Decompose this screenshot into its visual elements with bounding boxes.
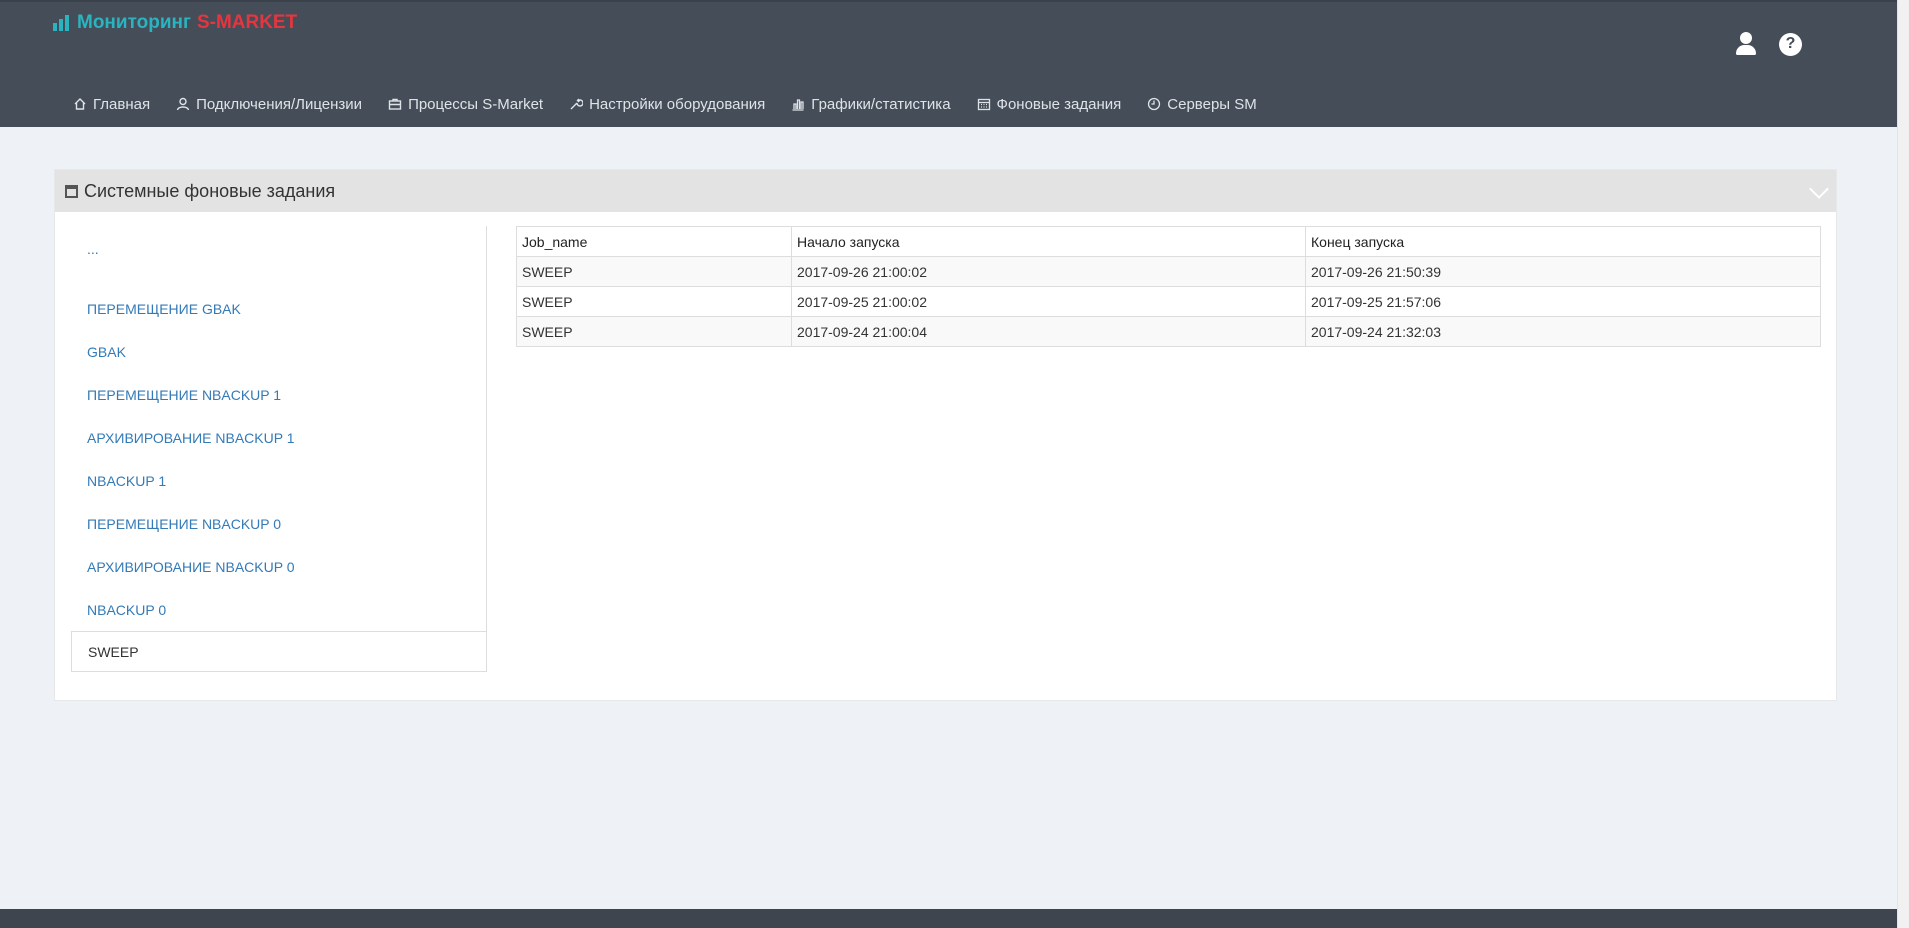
nav-item-label: Фоновые задания (996, 95, 1122, 113)
cell-start: 2017-09-24 21:00:04 (791, 316, 1306, 347)
nav-item-label: Настройки оборудования (589, 95, 766, 113)
calendar-icon (977, 97, 991, 111)
brand-subtitle: S-MARKET (196, 12, 298, 33)
nav-item-servers[interactable]: Серверы SM (1134, 92, 1269, 116)
main-nav: Главная Подключения/Лицензии Процессы S-… (60, 92, 1270, 116)
job-list-item[interactable]: ПЕРЕМЕЩЕНИЕ GBAK (71, 287, 486, 330)
job-list-item[interactable]: ПЕРЕМЕЩЕНИЕ NBACKUP 1 (71, 373, 486, 416)
job-list: ... ПЕРЕМЕЩЕНИЕ GBAK GBAK ПЕРЕМЕЩЕНИЕ NB… (71, 226, 487, 672)
user-icon (176, 97, 190, 111)
cell-start: 2017-09-26 21:00:02 (791, 256, 1306, 287)
cell-end: 2017-09-25 21:57:06 (1305, 286, 1821, 317)
job-list-item[interactable]: ... (71, 226, 486, 272)
cell-job-name: SWEEP (516, 256, 792, 287)
job-list-item[interactable]: NBACKUP 0 (71, 588, 486, 631)
table-row: SWEEP 2017-09-25 21:00:02 2017-09-25 21:… (516, 286, 1821, 317)
nav-item-label: Главная (93, 95, 151, 113)
cell-job-name: SWEEP (516, 286, 792, 317)
cell-start: 2017-09-25 21:00:02 (791, 286, 1306, 317)
page-scrollbar[interactable] (1897, 0, 1909, 928)
bar-chart-icon (791, 97, 805, 111)
nav-item-equipment-settings[interactable]: Настройки оборудования (556, 92, 778, 116)
job-list-item[interactable]: АРХИВИРОВАНИЕ NBACKUP 1 (71, 416, 486, 459)
column-header-start: Начало запуска (791, 226, 1306, 257)
nav-item-processes[interactable]: Процессы S-Market (375, 92, 556, 116)
table-row: SWEEP 2017-09-26 21:00:02 2017-09-26 21:… (516, 256, 1821, 287)
chevron-down-icon[interactable] (1809, 179, 1829, 199)
footer-bar (0, 909, 1897, 928)
cell-end: 2017-09-24 21:32:03 (1305, 316, 1821, 347)
nav-item-charts[interactable]: Графики/статистика (778, 92, 963, 116)
nav-item-background-jobs[interactable]: Фоновые задания (964, 92, 1135, 116)
nav-item-label: Подключения/Лицензии (196, 95, 363, 113)
column-header-job-name: Job_name (516, 226, 792, 257)
nav-item-label: Графики/статистика (811, 95, 951, 113)
panel-title: Системные фоновые задания (84, 180, 336, 201)
user-icon[interactable] (1735, 32, 1757, 56)
job-list-item-active[interactable]: SWEEP (71, 631, 486, 672)
briefcase-icon (388, 97, 402, 111)
calendar-icon (65, 184, 78, 198)
job-list-item[interactable]: GBAK (71, 330, 486, 373)
bar-chart-icon (53, 15, 71, 31)
header-actions: ? (1735, 32, 1802, 56)
cell-end: 2017-09-26 21:50:39 (1305, 256, 1821, 287)
table-row: SWEEP 2017-09-24 21:00:04 2017-09-24 21:… (516, 316, 1821, 347)
nav-item-label: Серверы SM (1167, 95, 1257, 113)
nav-item-connections[interactable]: Подключения/Лицензии (163, 92, 375, 116)
job-list-item[interactable]: ПЕРЕМЕЩЕНИЕ NBACKUP 0 (71, 502, 486, 545)
clock-icon (1147, 97, 1161, 111)
home-icon (73, 97, 87, 111)
top-bar: Мониторинг S-MARKET ? Главная Подключени… (0, 0, 1897, 127)
app-logo[interactable]: Мониторинг S-MARKET (53, 12, 297, 34)
panel-header: Системные фоновые задания (55, 170, 1836, 212)
help-icon[interactable]: ? (1779, 32, 1802, 56)
table-header-row: Job_name Начало запуска Конец запуска (516, 226, 1821, 257)
job-list-item[interactable]: NBACKUP 1 (71, 459, 486, 502)
job-list-item[interactable]: АРХИВИРОВАНИЕ NBACKUP 0 (71, 545, 486, 588)
brand-title: Мониторинг (77, 12, 191, 33)
background-jobs-panel: Системные фоновые задания ... ПЕРЕМЕЩЕНИ… (54, 169, 1837, 701)
wrench-icon (569, 97, 584, 111)
nav-item-home[interactable]: Главная (60, 92, 163, 116)
column-header-end: Конец запуска (1305, 226, 1821, 257)
nav-item-label: Процессы S-Market (408, 95, 544, 113)
cell-job-name: SWEEP (516, 316, 792, 347)
job-runs-table: Job_name Начало запуска Конец запуска SW… (516, 226, 1821, 347)
